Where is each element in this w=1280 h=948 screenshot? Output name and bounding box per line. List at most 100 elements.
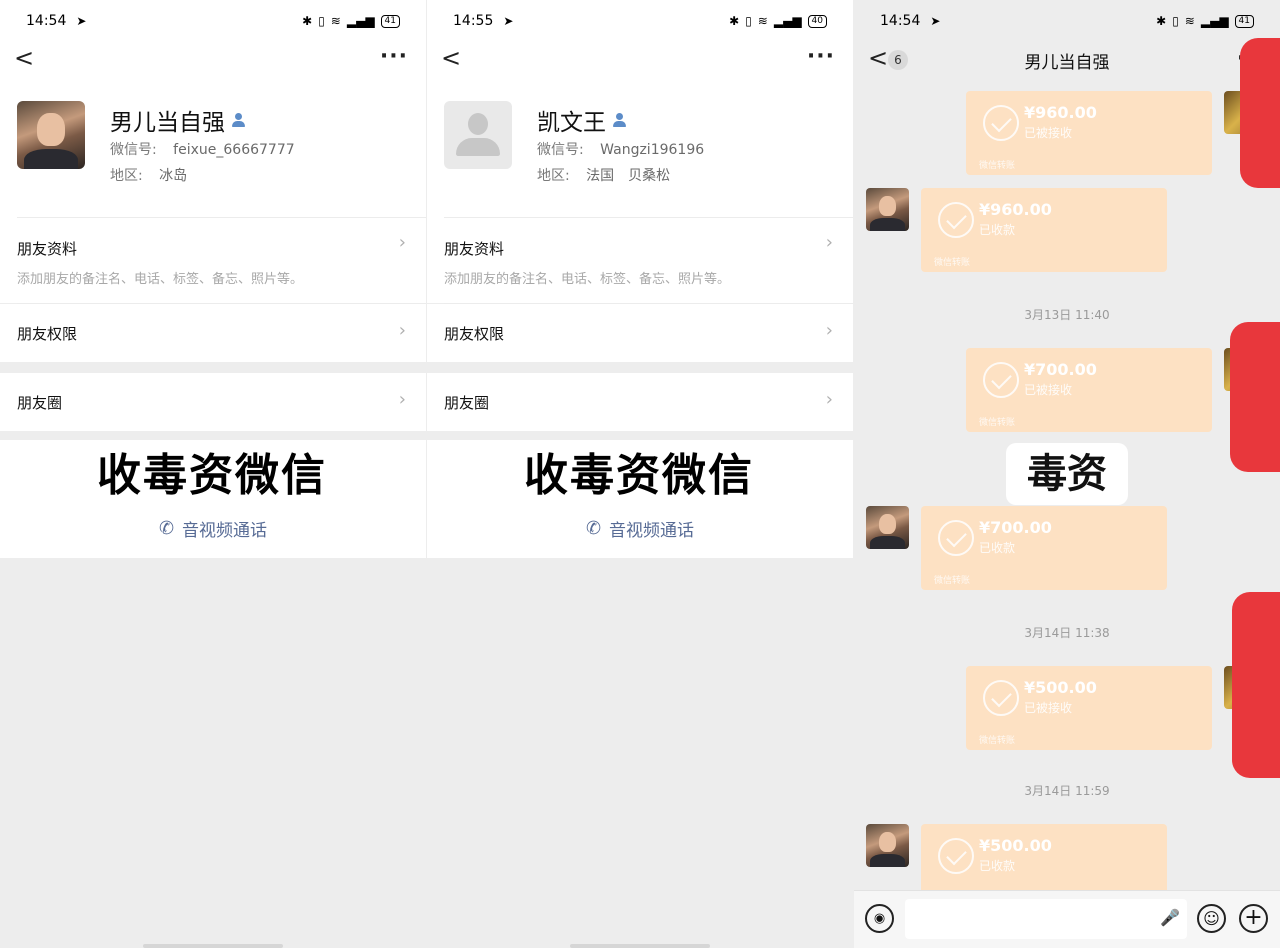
check-circle-icon	[938, 520, 974, 556]
bluetooth-icon: ✱	[1156, 14, 1167, 28]
signal-icon: ▂▄▆	[346, 14, 375, 28]
composite-screenshots: 14:54 ➤ ✱ ▯ ≋ ▂▄▆ 41 < ··· 男儿当自强 微信号: fe…	[0, 0, 1280, 948]
vibrate-icon: ▯	[318, 14, 325, 28]
moments-row[interactable]: 朋友圈 ›	[427, 373, 853, 431]
phone-icon: ✆	[585, 518, 602, 539]
nav-bar: < ···	[0, 42, 426, 76]
friend-info-label: 朋友资料	[17, 240, 78, 258]
wechat-id: 微信号: Wangzi196196	[537, 139, 704, 159]
system-icons: ✱ ▯ ≋ ▂▄▆ 41	[1156, 14, 1254, 28]
check-circle-icon	[938, 838, 974, 874]
chevron-right-icon: ›	[825, 320, 833, 341]
avatar-body	[456, 138, 500, 156]
transfer-amount: ¥500.00	[1024, 678, 1097, 697]
home-indicator	[570, 944, 710, 948]
status-bar: 14:55 ➤ ✱ ▯ ≋ ▂▄▆ 40	[427, 0, 853, 42]
emoji-icon[interactable]: ☺	[1197, 904, 1226, 933]
check-circle-icon	[983, 105, 1019, 141]
message-input[interactable]	[905, 899, 1187, 939]
nickname-row: 凯文王	[537, 103, 626, 137]
region-value: 法国 贝桑松	[586, 168, 671, 184]
telegram-icon: ➤	[930, 14, 941, 28]
chat-header: < 6 男儿当自强 ···	[854, 42, 1280, 82]
message-list[interactable]: ¥960.00 已被接收 微信转账 ¥960.00 已收款 微信转账 3月13日…	[854, 38, 1280, 890]
chevron-right-icon: ›	[825, 389, 833, 410]
friend-info-row[interactable]: 朋友资料 添加朋友的备注名、电话、标签、备忘、照片等。 ›	[0, 218, 426, 303]
transfer-bubble[interactable]: ¥960.00 已收款 微信转账	[921, 188, 1167, 272]
chevron-right-icon: ›	[825, 232, 833, 253]
more-icon[interactable]: ···	[807, 44, 835, 69]
chevron-right-icon: ›	[398, 389, 406, 410]
back-icon[interactable]: <	[441, 46, 461, 70]
status-bar: 14:54 ➤ ✱ ▯ ≋ ▂▄▆ 41	[0, 0, 426, 42]
contact-avatar[interactable]	[866, 506, 909, 549]
status-time: 14:55	[453, 13, 494, 29]
person-icon	[612, 112, 626, 128]
bluetooth-icon: ✱	[302, 14, 313, 28]
redaction-scribble	[1240, 38, 1280, 188]
system-icons: ✱ ▯ ≋ ▂▄▆ 40	[729, 14, 827, 28]
back-icon[interactable]: <	[14, 46, 34, 70]
default-avatar-icon[interactable]	[444, 101, 512, 169]
contact-avatar[interactable]	[866, 824, 909, 867]
transfer-footer: 微信转账	[979, 161, 1016, 171]
profile-screen-2: 14:55 ➤ ✱ ▯ ≋ ▂▄▆ 40 < ··· 凯文王 微信号: Wang…	[427, 0, 853, 948]
region-value: 冰岛	[159, 168, 188, 184]
voice-icon[interactable]: ◉	[865, 904, 894, 933]
chevron-right-icon: ›	[398, 320, 406, 341]
plus-icon[interactable]: +	[1239, 904, 1268, 933]
transfer-bubble[interactable]: ¥500.00 已收款	[921, 824, 1167, 890]
friend-info-sub: 添加朋友的备注名、电话、标签、备忘、照片等。	[444, 272, 731, 287]
transfer-bubble[interactable]: ¥960.00 已被接收 微信转账	[966, 91, 1212, 175]
moments-label: 朋友圈	[444, 394, 490, 412]
status-time: 14:54	[880, 13, 921, 29]
contact-avatar[interactable]	[866, 188, 909, 231]
av-call-label: 音视频通话	[182, 521, 268, 541]
nickname-row: 男儿当自强	[110, 103, 245, 137]
status-time: 14:54	[26, 13, 67, 29]
transfer-status: 已收款	[979, 541, 1016, 555]
transfer-amount: ¥960.00	[979, 200, 1052, 219]
bluetooth-icon: ✱	[729, 14, 740, 28]
permissions-row[interactable]: 朋友权限 ›	[0, 304, 426, 362]
battery-icon: 41	[380, 14, 400, 28]
timestamp: 3月14日 11:38	[1024, 626, 1110, 640]
permissions-label: 朋友权限	[17, 325, 78, 343]
profile-screen-1: 14:54 ➤ ✱ ▯ ≋ ▂▄▆ 41 < ··· 男儿当自强 微信号: fe…	[0, 0, 426, 948]
transfer-footer: 微信转账	[934, 576, 971, 586]
redaction-scribble	[1232, 592, 1280, 778]
region: 地区: 冰岛	[110, 165, 187, 185]
telegram-icon: ➤	[76, 14, 87, 28]
av-call-button[interactable]: ✆ 音视频通话	[0, 499, 426, 558]
nav-bar: < ···	[427, 42, 853, 76]
mic-icon[interactable]: 🎤	[1160, 908, 1180, 927]
input-bar: ◉ 🎤 ☺ +	[854, 890, 1280, 948]
check-circle-icon	[938, 202, 974, 238]
transfer-bubble[interactable]: ¥700.00 已收款 微信转账	[921, 506, 1167, 590]
transfer-bubble[interactable]: ¥700.00 已被接收 微信转账	[966, 348, 1212, 432]
person-icon	[231, 112, 245, 128]
transfer-status: 已被接收	[1024, 126, 1073, 140]
wifi-icon: ≋	[330, 14, 341, 28]
avatar-head	[468, 113, 488, 135]
vibrate-icon: ▯	[1172, 14, 1179, 28]
vibrate-icon: ▯	[745, 14, 752, 28]
telegram-icon: ➤	[503, 14, 514, 28]
friend-info-sub: 添加朋友的备注名、电话、标签、备忘、照片等。	[17, 272, 304, 287]
permissions-row[interactable]: 朋友权限 ›	[427, 304, 853, 362]
overlay-caption: 收毒资微信	[512, 446, 766, 506]
region-label: 地区:	[110, 168, 143, 184]
overlay-label: 毒资	[1006, 443, 1128, 505]
wifi-icon: ≋	[757, 14, 768, 28]
transfer-status: 已被接收	[1024, 383, 1073, 397]
signal-icon: ▂▄▆	[1200, 14, 1229, 28]
friend-info-row[interactable]: 朋友资料 添加朋友的备注名、电话、标签、备忘、照片等。 ›	[427, 218, 853, 303]
friend-info-label: 朋友资料	[444, 240, 505, 258]
transfer-amount: ¥700.00	[979, 518, 1052, 537]
transfer-bubble[interactable]: ¥500.00 已被接收 微信转账	[966, 666, 1212, 750]
moments-row[interactable]: 朋友圈 ›	[0, 373, 426, 431]
region-label: 地区:	[537, 168, 570, 184]
avatar[interactable]	[17, 101, 85, 169]
av-call-button[interactable]: ✆ 音视频通话	[427, 499, 853, 558]
more-icon[interactable]: ···	[380, 44, 408, 69]
